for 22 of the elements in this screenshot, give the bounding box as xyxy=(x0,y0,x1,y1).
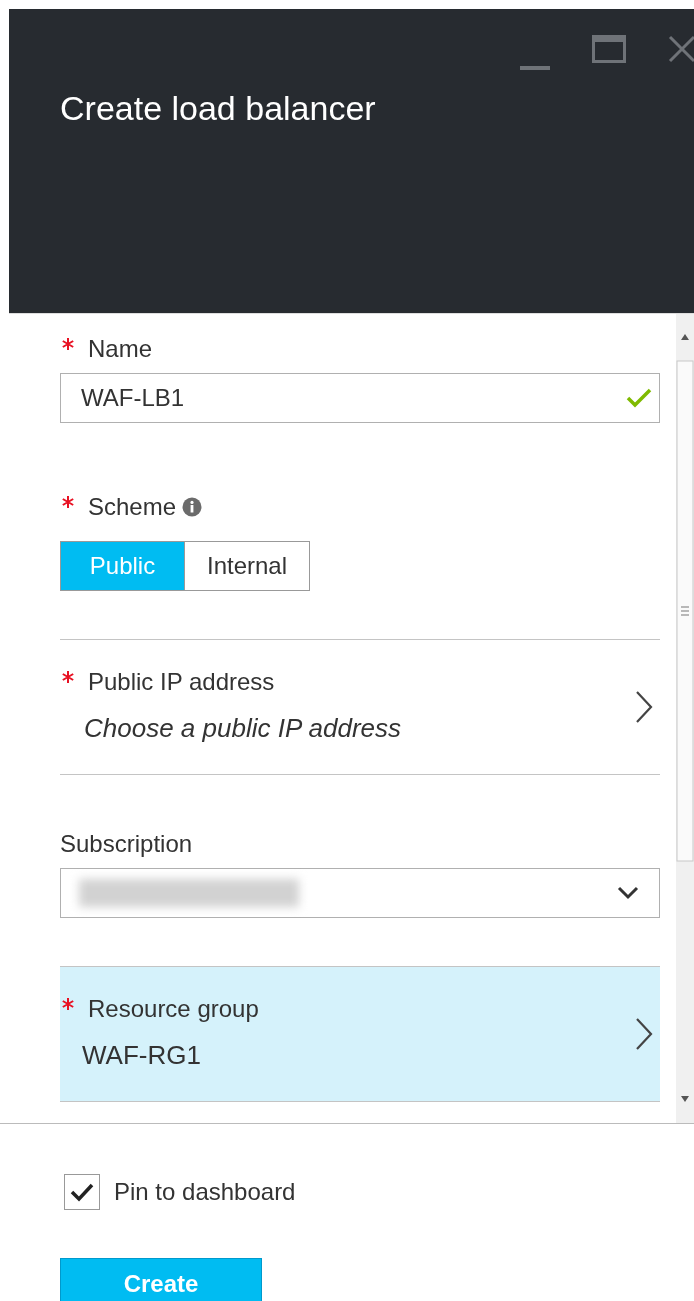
placeholder-text: Choose a public IP address xyxy=(83,712,402,745)
field-label: Scheme xyxy=(88,492,177,522)
field-label: Subscription xyxy=(60,829,193,859)
chevron-right-icon xyxy=(634,689,654,724)
maximize-icon[interactable] xyxy=(592,35,626,63)
window-title: Create load balancer xyxy=(60,89,377,128)
close-icon[interactable] xyxy=(668,35,694,63)
field-label: Public IP address xyxy=(88,667,275,697)
picker-value: WAF-RG1 xyxy=(81,1039,202,1072)
scrollbar-drawing[interactable] xyxy=(676,314,694,1123)
picker-row[interactable]: Public IP address Choose a public IP address xyxy=(60,639,660,775)
field-label: Resource group xyxy=(88,994,259,1024)
field-label: Name xyxy=(88,334,153,364)
subscription-dropdown[interactable] xyxy=(60,868,660,918)
name-field[interactable]: WAF-LB1 xyxy=(60,373,660,423)
chevron-right-icon xyxy=(634,1016,654,1051)
checkbox-label: Pin to dashboard xyxy=(114,1178,296,1206)
checkmark-icon xyxy=(69,1181,95,1203)
chevron-down-icon xyxy=(617,886,639,900)
pin-checkbox[interactable] xyxy=(64,1174,100,1210)
scheme-option[interactable]: Internal xyxy=(185,541,310,591)
picker-row[interactable]: Resource group WAF-RG1 xyxy=(60,966,660,1102)
